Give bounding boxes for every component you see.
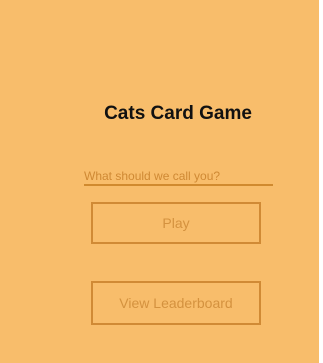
game-title: Cats Card Game — [104, 103, 252, 124]
play-button[interactable]: Play — [91, 202, 261, 244]
window-edge — [319, 0, 323, 363]
view-leaderboard-button[interactable]: View Leaderboard — [91, 281, 261, 325]
app-container: Cats Card Game Play View Leaderboard — [0, 0, 319, 363]
player-name-input[interactable] — [84, 168, 273, 186]
